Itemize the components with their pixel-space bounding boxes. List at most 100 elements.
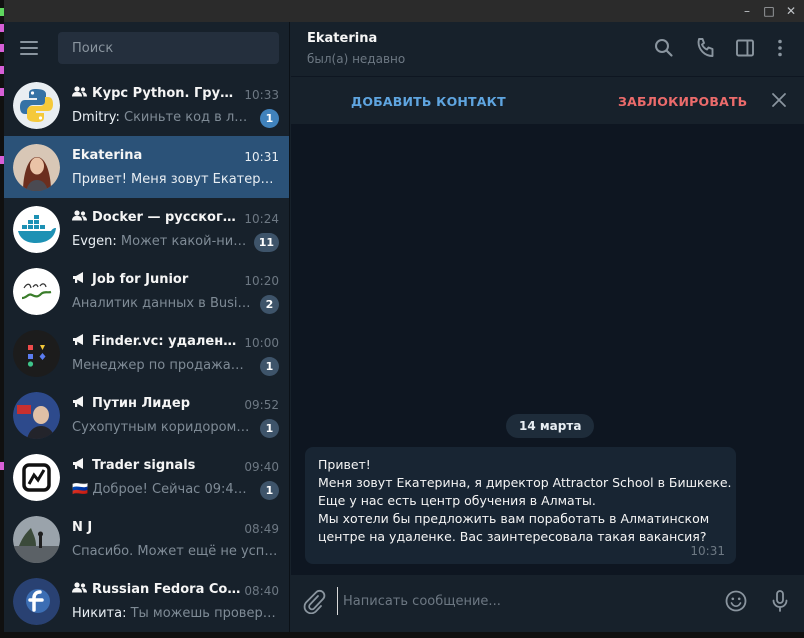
chat-time: 09:52 (244, 398, 279, 412)
python-logo-avatar (13, 82, 60, 129)
terminal-mark (0, 44, 4, 52)
maximize-button[interactable]: □ (759, 1, 779, 21)
unread-badge: 1 (260, 481, 279, 500)
menu-icon[interactable] (20, 41, 40, 55)
terminal-mark (0, 156, 4, 164)
unread-badge: 1 (260, 357, 279, 376)
terminal-mark (0, 462, 4, 470)
chat-panel: Ekaterina был(а) недавно ДОБАВИТЬ КОНТАК… (291, 22, 804, 638)
sidebar-header (4, 22, 289, 76)
add-contact-button[interactable]: ДОБАВИТЬ КОНТАКТ (351, 94, 506, 109)
chat-title: N J (72, 520, 93, 535)
chat-item-russian-fedora[interactable]: Russian Fedora Com... 08:40 Никита: Ты м… (4, 570, 289, 632)
chat-sender: Evgen: (72, 234, 121, 249)
group-icon (72, 86, 89, 100)
terminal-edge (0, 0, 4, 638)
message-line: Меня зовут Екатерина, я директор Attract… (318, 475, 732, 490)
chat-item-n-j[interactable]: N J 08:49 Спасибо. Может ещё не успели (4, 508, 289, 570)
trader-signals-avatar (13, 454, 60, 501)
close-icon[interactable] (770, 91, 788, 109)
channel-icon (72, 396, 89, 410)
terminal-mark (0, 66, 4, 74)
group-icon (72, 582, 89, 596)
block-user-button[interactable]: ЗАБЛОКИРОВАТЬ (618, 94, 747, 109)
chat-header-name[interactable]: Ekaterina (307, 31, 377, 46)
message-composer (291, 575, 804, 638)
search-icon[interactable] (652, 36, 676, 60)
chat-header: Ekaterina был(а) недавно (291, 22, 804, 76)
chat-item-finder-vc[interactable]: Finder.vc: удаленная ... 10:00 Менеджер … (4, 322, 289, 384)
channel-icon (72, 458, 89, 472)
chat-sender: Никита: (72, 606, 131, 621)
chat-time: 08:40 (244, 584, 279, 598)
chat-sender: Dmitry: (72, 110, 124, 125)
chat-preview: Сухопутным коридором св... (72, 420, 252, 435)
chat-item-putin-leader[interactable]: Путин Лидер 09:52 Сухопутным коридором с… (4, 384, 289, 446)
terminal-mark (0, 88, 4, 96)
chat-preview: Может какой-нибуд... (120, 234, 247, 249)
channel-icon (72, 334, 89, 348)
chat-time: 10:00 (244, 336, 279, 350)
terminal-edge-bottom (0, 632, 804, 638)
chat-title: Finder.vc: удаленная ... (92, 334, 242, 349)
terminal-mark (0, 24, 4, 32)
fedora-logo-avatar (13, 578, 60, 625)
attach-icon[interactable] (301, 588, 327, 615)
unread-badge: 2 (260, 295, 279, 314)
putin-leader-avatar (13, 392, 60, 439)
chat-header-status: был(а) недавно (307, 52, 406, 66)
message-line: Привет! (318, 457, 371, 472)
sidebar-toggle-icon[interactable] (733, 36, 757, 60)
chat-preview: Привет! Меня зовут Екатерин... (72, 172, 278, 187)
chat-time: 10:24 (244, 212, 279, 226)
chat-preview: 🇷🇺 Доброе! Сейчас 09:40 п... (72, 482, 252, 497)
chat-title: Курс Python. Группа ... (92, 86, 242, 101)
chat-item-python-course[interactable]: Курс Python. Группа ... 10:33 Dmitry: Ск… (4, 74, 289, 136)
chat-time: 10:31 (244, 150, 279, 164)
date-separator: 14 марта (506, 414, 595, 438)
chat-title: Russian Fedora Com... (92, 582, 242, 597)
chat-preview: Спасибо. Может ещё не успели (72, 544, 278, 559)
window-titlebar: – □ ✕ (4, 0, 804, 22)
search-input[interactable] (58, 32, 279, 64)
finder-vc-avatar (13, 330, 60, 377)
n-j-avatar (13, 516, 60, 563)
unread-badge: 1 (260, 109, 279, 128)
chat-item-ekaterina[interactable]: Ekaterina 10:31 Привет! Меня зовут Екате… (4, 136, 289, 198)
chat-preview: Ты можешь проверит... (130, 606, 278, 621)
chat-title: Docker — русскогово... (92, 210, 242, 225)
chat-item-job-for-junior[interactable]: Job for Junior 10:20 Аналитик данных в B… (4, 260, 289, 322)
chat-time: 09:40 (244, 460, 279, 474)
message-line: центре на удаленке. Вас заинтересовала т… (318, 529, 707, 544)
job-for-junior-avatar (13, 268, 60, 315)
chat-title: Путин Лидер (92, 396, 191, 411)
chat-title: Job for Junior (92, 272, 189, 287)
close-window-button[interactable]: ✕ (781, 1, 801, 21)
microphone-icon[interactable] (767, 588, 793, 614)
chat-title: Trader signals (92, 458, 196, 473)
ekaterina-avatar (13, 144, 60, 191)
chat-preview: Скиньте код в личку (124, 110, 252, 125)
chat-time: 08:49 (244, 522, 279, 536)
group-icon (72, 210, 89, 224)
chat-item-trader-signals[interactable]: Trader signals 09:40 🇷🇺 Доброе! Сейчас 0… (4, 446, 289, 508)
message-time: 10:31 (690, 544, 725, 558)
contact-action-bar: ДОБАВИТЬ КОНТАКТ ЗАБЛОКИРОВАТЬ (291, 76, 804, 124)
docker-logo-avatar (13, 206, 60, 253)
chat-preview: Менеджер по продажам в ... (72, 358, 252, 373)
minimize-button[interactable]: – (737, 1, 757, 21)
chat-title: Ekaterina (72, 148, 143, 163)
message-line: Мы хотели бы предложить вам поработать в… (318, 511, 710, 526)
message-bubble[interactable]: Привет! Меня зовут Екатерина, я директор… (305, 447, 736, 564)
emoji-icon[interactable] (723, 588, 749, 614)
chat-sidebar: Курс Python. Группа ... 10:33 Dmitry: Ск… (4, 22, 290, 638)
terminal-mark (0, 8, 4, 16)
message-input[interactable] (337, 587, 717, 615)
chat-time: 10:33 (244, 88, 279, 102)
unread-badge: 1 (260, 419, 279, 438)
phone-icon[interactable] (693, 36, 717, 60)
more-options-icon[interactable] (768, 36, 792, 60)
unread-badge: 11 (253, 233, 279, 252)
chat-item-docker[interactable]: Docker — русскогово... 10:24 Evgen: Може… (4, 198, 289, 260)
channel-icon (72, 272, 89, 286)
